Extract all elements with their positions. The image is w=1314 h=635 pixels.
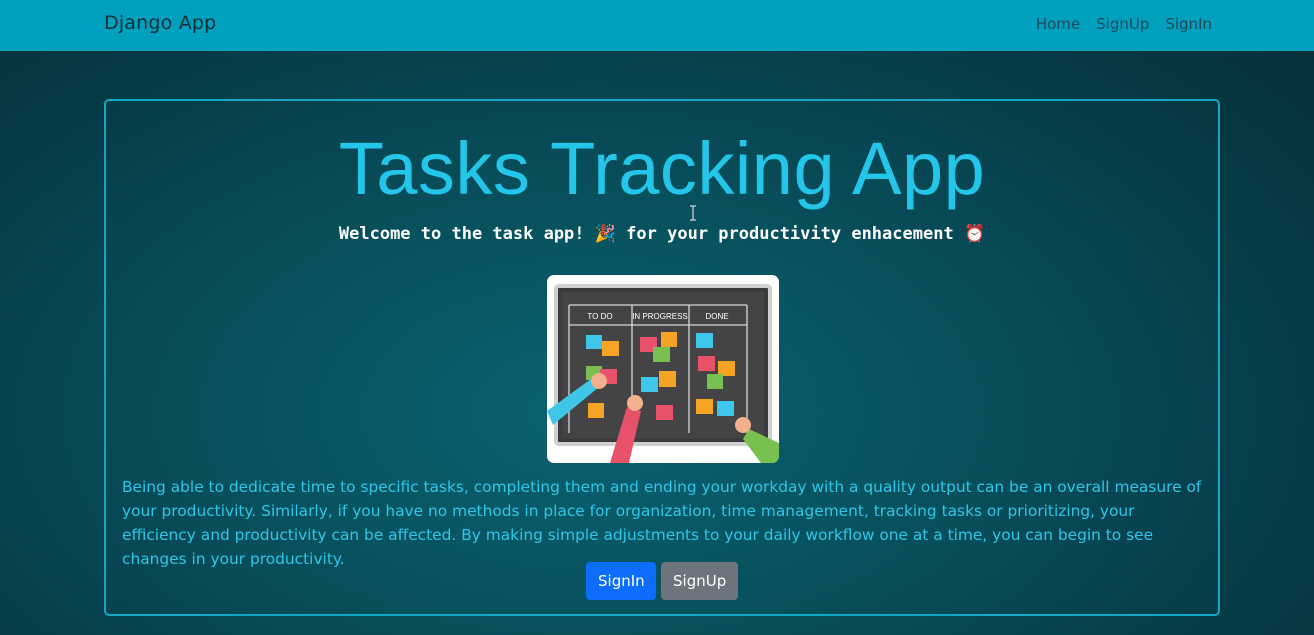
nav-link-signin[interactable]: SignIn xyxy=(1165,15,1212,33)
action-buttons: SignIn SignUp xyxy=(586,562,738,600)
board-column-in-progress: IN PROGRESS xyxy=(632,312,688,321)
top-navbar: Django App Home SignUp SignIn xyxy=(0,0,1314,51)
brand-link[interactable]: Django App xyxy=(104,12,216,34)
signup-button[interactable]: SignUp xyxy=(661,562,738,600)
alarm-clock-icon: ⏰ xyxy=(963,224,986,244)
page-title: Tasks Tracking App xyxy=(338,127,986,210)
intro-paragraph: Being able to dedicate time to specific … xyxy=(122,478,1202,568)
nav-link-home[interactable]: Home xyxy=(1036,15,1080,33)
text-cursor-icon xyxy=(690,205,696,221)
party-popper-icon: 🎉 xyxy=(594,224,616,244)
subtitle-text-start: Welcome to the task app! xyxy=(338,224,595,244)
nav-link-signup[interactable]: SignUp xyxy=(1096,15,1149,33)
welcome-subtitle: Welcome to the task app! 🎉 for your prod… xyxy=(106,224,1218,244)
hero-card: Tasks Tracking App Welcome to the task a… xyxy=(104,99,1220,616)
signin-button[interactable]: SignIn xyxy=(586,562,656,600)
task-board-illustration: TO DO IN PROGRESS DONE xyxy=(547,275,779,463)
nav-links: Home SignUp SignIn xyxy=(1036,15,1212,33)
subtitle-text-end: for your productivity enhacement xyxy=(615,224,964,244)
board-column-todo: TO DO xyxy=(587,312,612,321)
board-column-done: DONE xyxy=(705,312,728,321)
